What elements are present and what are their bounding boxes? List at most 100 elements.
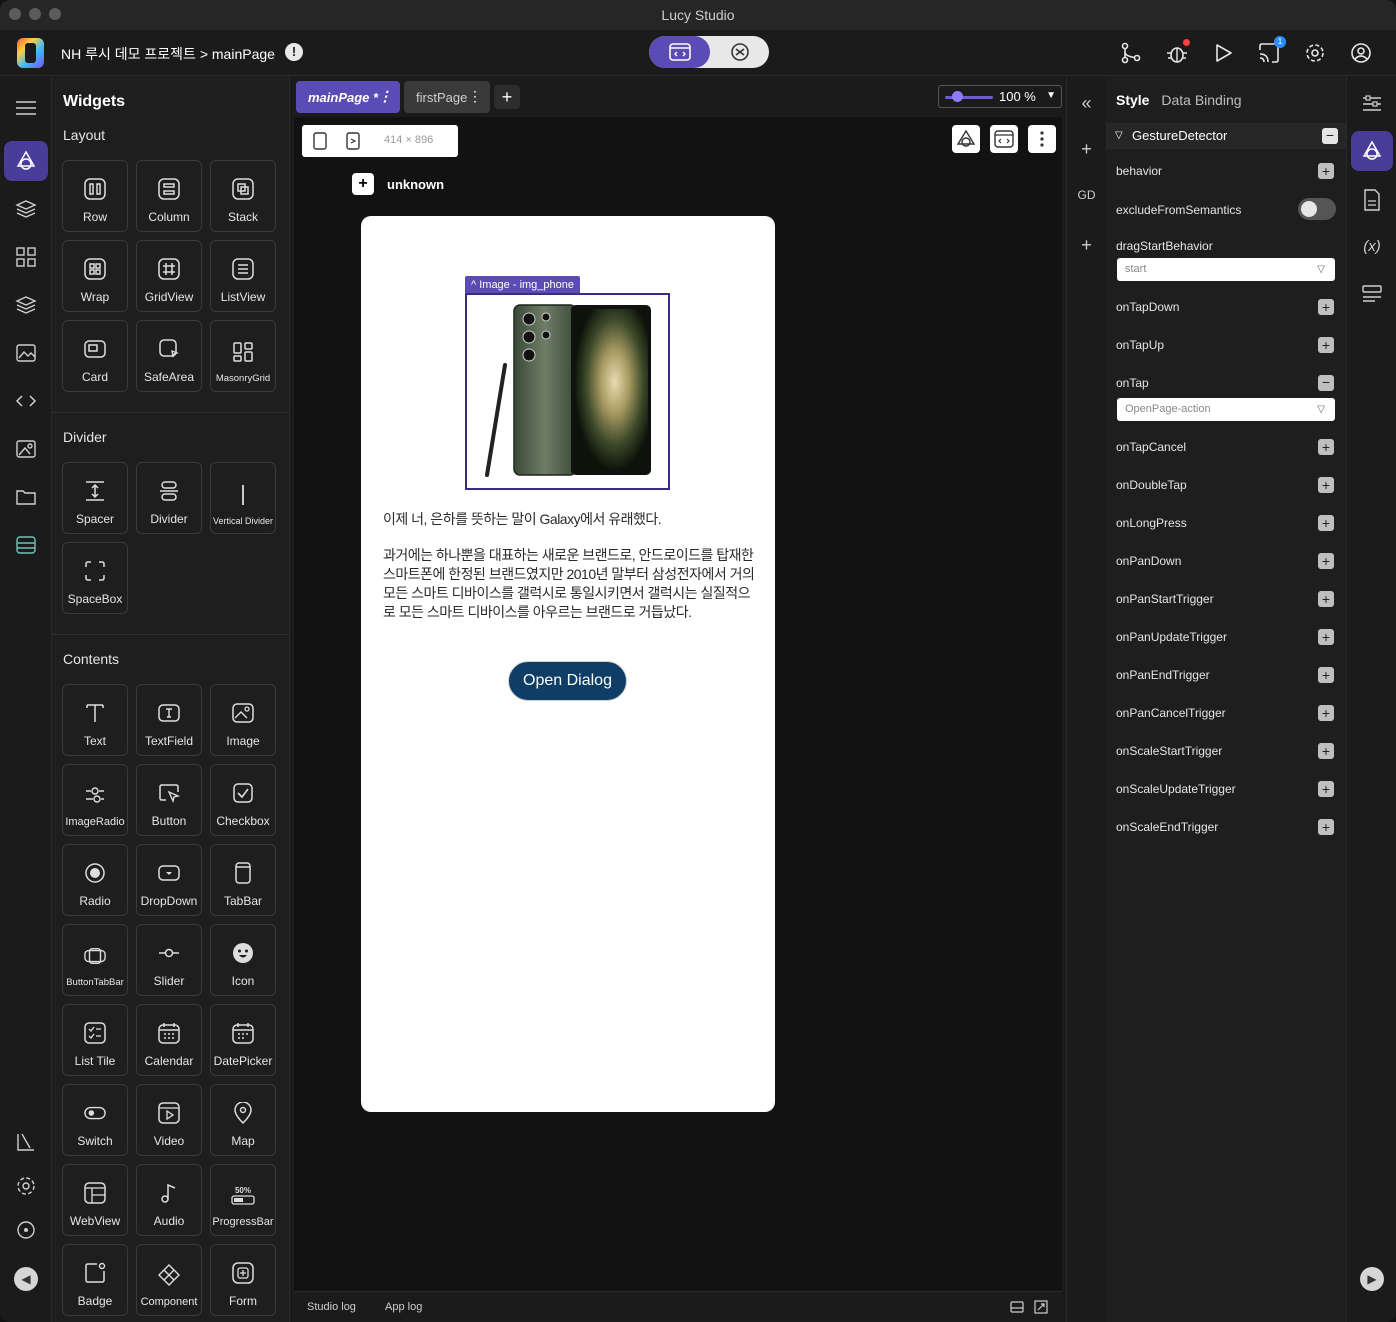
add-onpanstarttrigger-button[interactable]: + bbox=[1318, 591, 1334, 607]
folder-icon[interactable] bbox=[9, 480, 43, 514]
widget-icon[interactable]: Icon bbox=[210, 924, 276, 996]
collapse-panel-icon[interactable]: « bbox=[1067, 93, 1106, 114]
add-ontapcancel-button[interactable]: + bbox=[1318, 439, 1334, 455]
phone-image[interactable] bbox=[465, 293, 670, 490]
collapse-section-button[interactable]: − bbox=[1322, 128, 1338, 144]
studio-log-tab[interactable]: Studio log bbox=[307, 1301, 356, 1313]
zoom-dropdown-icon[interactable]: ▼ bbox=[1046, 90, 1056, 101]
widget-radio[interactable]: Radio bbox=[62, 844, 128, 916]
add-ontapdown-button[interactable]: + bbox=[1318, 299, 1334, 315]
more-options-icon[interactable] bbox=[1028, 125, 1056, 153]
warning-icon[interactable]: ! bbox=[285, 43, 303, 61]
phone-preview[interactable]: ^ Image - img_phone 이제 너, 은하를 뜻하는 말이 Gal… bbox=[361, 216, 775, 1112]
widget-switch[interactable]: Switch bbox=[62, 1084, 128, 1156]
widget-checkbox[interactable]: Checkbox bbox=[210, 764, 276, 836]
widget-button[interactable]: Button bbox=[136, 764, 202, 836]
assets-icon[interactable] bbox=[9, 432, 43, 466]
zoom-control[interactable]: 100 % ▼ bbox=[938, 85, 1062, 108]
ontap-action-select[interactable]: OpenPage-action ▽ bbox=[1117, 398, 1335, 421]
remove-ontap-button[interactable]: − bbox=[1318, 375, 1334, 391]
widget-datepicker[interactable]: DatePicker bbox=[210, 1004, 276, 1076]
app-log-tab[interactable]: App log bbox=[385, 1301, 422, 1313]
tab-firstpage[interactable]: firstPage ⋮ bbox=[404, 81, 490, 113]
widget-column[interactable]: Column bbox=[136, 160, 202, 232]
database-icon[interactable] bbox=[9, 288, 43, 322]
app-logo[interactable] bbox=[17, 38, 44, 68]
widget-dropdown[interactable]: DropDown bbox=[136, 844, 202, 916]
widget-progressbar[interactable]: 50% ProgressBar bbox=[210, 1164, 276, 1236]
widget-badge[interactable]: Badge bbox=[62, 1244, 128, 1316]
layout-settings-icon[interactable] bbox=[1355, 277, 1389, 311]
widget-audio[interactable]: Audio bbox=[136, 1164, 202, 1236]
branch-icon[interactable] bbox=[1118, 40, 1144, 66]
widget-card[interactable]: Card bbox=[62, 320, 128, 392]
add-onscalestarttrigger-button[interactable]: + bbox=[1318, 743, 1334, 759]
widget-spacer[interactable]: Spacer bbox=[62, 462, 128, 534]
add-icon[interactable]: + bbox=[1067, 139, 1106, 160]
components-icon[interactable] bbox=[9, 240, 43, 274]
add-widget-icon[interactable]: + bbox=[352, 173, 374, 195]
selected-widget-label[interactable]: ^ Image - img_phone bbox=[465, 276, 580, 294]
code-view-icon[interactable] bbox=[990, 125, 1018, 153]
zoom-slider-knob[interactable] bbox=[952, 91, 963, 102]
widget-map[interactable]: Map bbox=[210, 1084, 276, 1156]
debug-bug-icon[interactable] bbox=[1164, 39, 1190, 66]
widget-component[interactable]: Component bbox=[136, 1244, 202, 1316]
add-ondoubletap-button[interactable]: + bbox=[1318, 477, 1334, 493]
add-onlongpress-button[interactable]: + bbox=[1318, 515, 1334, 531]
mode-toggle[interactable] bbox=[649, 36, 769, 68]
collapse-left-icon[interactable]: ◀ bbox=[14, 1267, 38, 1291]
add-onpanupdatetrigger-button[interactable]: + bbox=[1318, 629, 1334, 645]
widget-textfield[interactable]: TextField bbox=[136, 684, 202, 756]
design-mode-button[interactable] bbox=[649, 36, 710, 68]
breadcrumb-label[interactable]: unknown bbox=[387, 177, 444, 192]
widget-slider[interactable]: Slider bbox=[136, 924, 202, 996]
widget-listview[interactable]: ListView bbox=[210, 240, 276, 312]
menu-icon[interactable] bbox=[9, 91, 43, 125]
widget-wrap[interactable]: Wrap bbox=[62, 240, 128, 312]
minimize-window-button[interactable] bbox=[29, 8, 41, 20]
add-onpancanceltrigger-button[interactable]: + bbox=[1318, 705, 1334, 721]
code-icon[interactable] bbox=[9, 384, 43, 418]
add-ontapup-button[interactable]: + bbox=[1318, 337, 1334, 353]
preferences-gear-icon[interactable] bbox=[9, 1169, 43, 1203]
widget-image[interactable]: Image bbox=[210, 684, 276, 756]
close-window-button[interactable] bbox=[9, 8, 21, 20]
widget-row[interactable]: Row bbox=[62, 160, 128, 232]
widget-spacebox[interactable]: SpaceBox bbox=[62, 542, 128, 614]
project-breadcrumb[interactable]: NH 루시 데모 프로젝트 > mainPage bbox=[61, 44, 275, 64]
widgets-nav-icon[interactable] bbox=[4, 141, 48, 181]
widget-form[interactable]: Form bbox=[210, 1244, 276, 1316]
add-behavior-button[interactable]: + bbox=[1318, 163, 1334, 179]
widget-header[interactable]: ▽ GestureDetector − bbox=[1106, 123, 1346, 149]
tab-options-icon[interactable]: ⋮ bbox=[468, 88, 482, 105]
expand-right-icon[interactable]: ▶ bbox=[1360, 1267, 1384, 1291]
widget-divider[interactable]: Divider bbox=[136, 462, 202, 534]
add-onpanendtrigger-button[interactable]: + bbox=[1318, 667, 1334, 683]
widget-listtile[interactable]: List Tile bbox=[62, 1004, 128, 1076]
widget-safearea[interactable]: SafeArea bbox=[136, 320, 202, 392]
media-icon[interactable] bbox=[9, 336, 43, 370]
settings-gear-icon[interactable] bbox=[1302, 40, 1328, 66]
tab-data-binding[interactable]: Data Binding bbox=[1161, 92, 1241, 108]
add-icon[interactable]: + bbox=[1067, 235, 1106, 256]
widget-video[interactable]: Video bbox=[136, 1084, 202, 1156]
account-icon[interactable] bbox=[1348, 40, 1374, 66]
gd-label[interactable]: GD bbox=[1067, 188, 1106, 202]
tab-style[interactable]: Style bbox=[1116, 92, 1149, 108]
preview-mode-button[interactable] bbox=[710, 36, 769, 68]
add-page-button[interactable]: + bbox=[494, 85, 520, 109]
play-icon[interactable] bbox=[1210, 40, 1236, 66]
maximize-window-button[interactable] bbox=[49, 8, 61, 20]
collapse-triangle-icon[interactable]: ▽ bbox=[1115, 123, 1123, 149]
device-size[interactable]: 414 × 896 bbox=[384, 134, 433, 146]
widget-vertical-divider[interactable]: Vertical Divider bbox=[210, 462, 276, 534]
cast-icon[interactable]: 1 bbox=[1256, 36, 1286, 66]
open-dialog-button[interactable]: Open Dialog bbox=[508, 661, 627, 701]
properties-layout-icon[interactable] bbox=[1355, 87, 1389, 121]
widget-calendar[interactable]: Calendar bbox=[136, 1004, 202, 1076]
docs-icon[interactable] bbox=[9, 1125, 43, 1159]
widget-buttontabbar[interactable]: ButtonTabBar bbox=[62, 924, 128, 996]
variable-icon[interactable]: (x) bbox=[1355, 229, 1389, 263]
style-panel-icon[interactable] bbox=[1351, 131, 1393, 171]
